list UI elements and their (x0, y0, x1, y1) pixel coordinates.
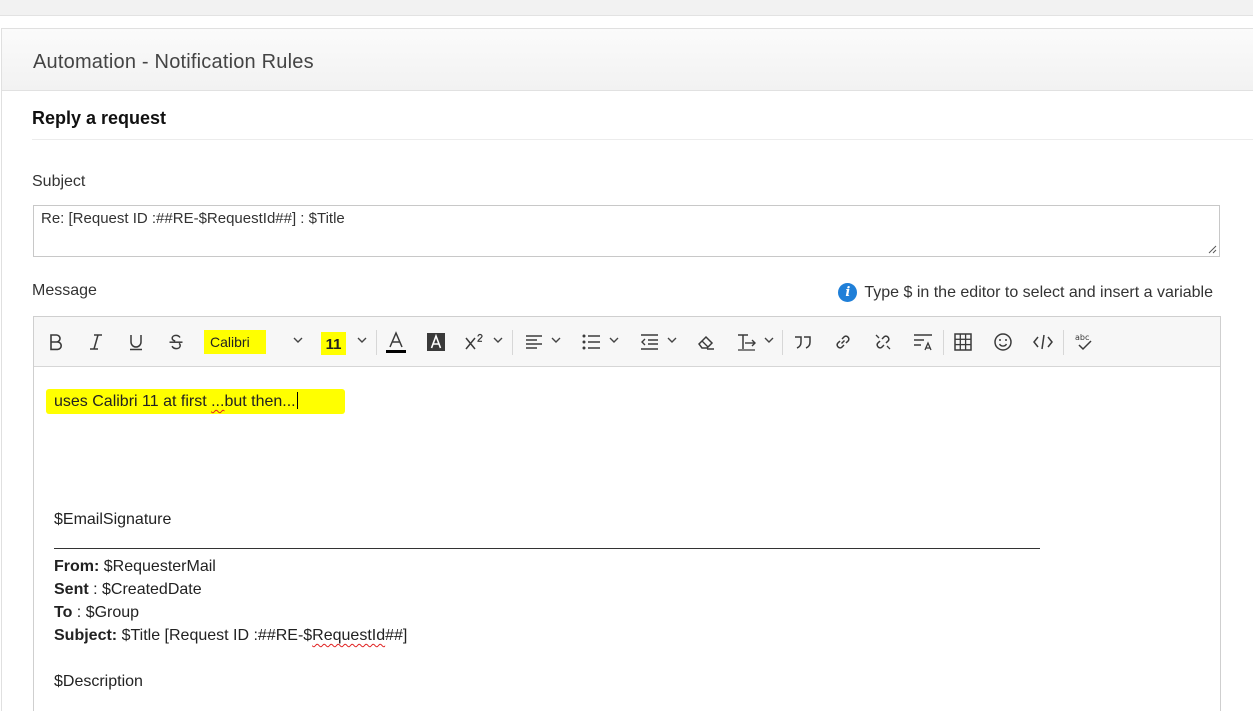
italic-icon[interactable] (86, 329, 106, 355)
message-label: Message (32, 282, 97, 299)
highlight-color-icon[interactable] (425, 329, 447, 355)
toolbar-divider (1063, 330, 1064, 355)
bullet-list-icon[interactable] (580, 329, 602, 355)
subject-label: Subject (32, 173, 86, 190)
line-height-icon[interactable] (912, 329, 934, 355)
from-value: $RequesterMail (99, 558, 216, 575)
resize-grip-icon[interactable] (1207, 244, 1217, 254)
to-line: To : $Group (54, 604, 139, 622)
from-line: From: $RequesterMail (54, 558, 216, 576)
sent-value: : $CreatedDate (88, 581, 202, 598)
signature-divider (54, 548, 1040, 549)
svg-text:abc: abc (1075, 333, 1089, 342)
subject-field[interactable]: Re: [Request ID :##RE-$RequestId##] : $T… (33, 205, 1220, 257)
description-variable: $Description (54, 673, 143, 690)
chevron-down-icon[interactable] (763, 334, 775, 346)
superscript-icon[interactable] (464, 329, 488, 355)
variable-hint-text: Type $ in the editor to select and inser… (864, 283, 1213, 301)
subject-line: Subject: $Title [Request ID :##RE-$Reque… (54, 627, 407, 645)
from-label: From: (54, 558, 100, 575)
chevron-down-icon[interactable] (492, 334, 504, 346)
bold-icon[interactable] (46, 329, 66, 355)
panel-header: Automation - Notification Rules (2, 29, 1253, 91)
editor-first-line: uses Calibri 11 at first ...but then... (54, 392, 298, 411)
align-icon[interactable] (523, 329, 545, 355)
font-family-select[interactable]: Calibri (204, 330, 266, 354)
underline-icon[interactable] (126, 329, 146, 355)
to-label: To (54, 604, 73, 621)
code-icon[interactable] (1032, 329, 1054, 355)
notification-rules-panel: Automation - Notification Rules Reply a … (1, 28, 1253, 711)
misspelled-request-id: RequestId (312, 627, 386, 644)
subject-line-tail: ##] (385, 627, 408, 644)
chevron-down-icon[interactable] (666, 334, 678, 346)
subject-line-value: $Title [Request ID :##RE-$ (117, 627, 313, 644)
editor-content[interactable]: uses Calibri 11 at first ...but then... … (34, 368, 1220, 711)
font-size-select[interactable]: 11 (321, 332, 346, 355)
email-signature-variable: $EmailSignature (54, 511, 172, 528)
text-direction-icon[interactable] (734, 329, 758, 355)
chevron-down-icon[interactable] (608, 334, 620, 346)
variable-hint: i Type $ in the editor to select and ins… (838, 283, 1213, 302)
chevron-down-icon[interactable] (292, 334, 304, 346)
link-icon[interactable] (832, 329, 854, 355)
first-line-tail: but then... (224, 393, 296, 410)
sent-line: Sent : $CreatedDate (54, 581, 202, 599)
font-color-icon[interactable] (385, 329, 407, 355)
section-title: Reply a request (32, 108, 167, 128)
table-icon[interactable] (952, 329, 974, 355)
indent-icon[interactable] (638, 329, 660, 355)
toolbar-divider (376, 330, 377, 355)
strikethrough-icon[interactable] (166, 329, 186, 355)
unlink-icon[interactable] (872, 329, 894, 355)
editor-toolbar: Calibri 11 abc (34, 317, 1220, 367)
subject-line-label: Subject: (54, 627, 118, 644)
spellcheck-icon[interactable]: abc (1072, 329, 1096, 355)
chevron-down-icon[interactable] (356, 334, 368, 346)
quote-icon[interactable] (792, 329, 814, 355)
info-icon: i (838, 283, 858, 302)
toolbar-divider (512, 330, 513, 355)
first-line-text: uses Calibri 11 at first (54, 393, 212, 410)
to-value: : $Group (72, 604, 140, 621)
message-editor: Calibri 11 abc uses Calibri 11 at first … (33, 316, 1221, 711)
misspelled-ellipsis: ... (211, 393, 225, 410)
text-caret (296, 392, 298, 409)
clear-format-icon[interactable] (695, 329, 717, 355)
subject-field-value: Re: [Request ID :##RE-$RequestId##] : $T… (41, 210, 345, 227)
page-gap (0, 16, 1253, 28)
emoji-icon[interactable] (992, 329, 1014, 355)
section-divider (32, 139, 1253, 140)
toolbar-divider (943, 330, 944, 355)
panel-title: Automation - Notification Rules (33, 51, 314, 73)
chevron-down-icon[interactable] (550, 334, 562, 346)
top-bar (0, 0, 1253, 16)
sent-label: Sent (54, 581, 89, 598)
toolbar-divider (782, 330, 783, 355)
